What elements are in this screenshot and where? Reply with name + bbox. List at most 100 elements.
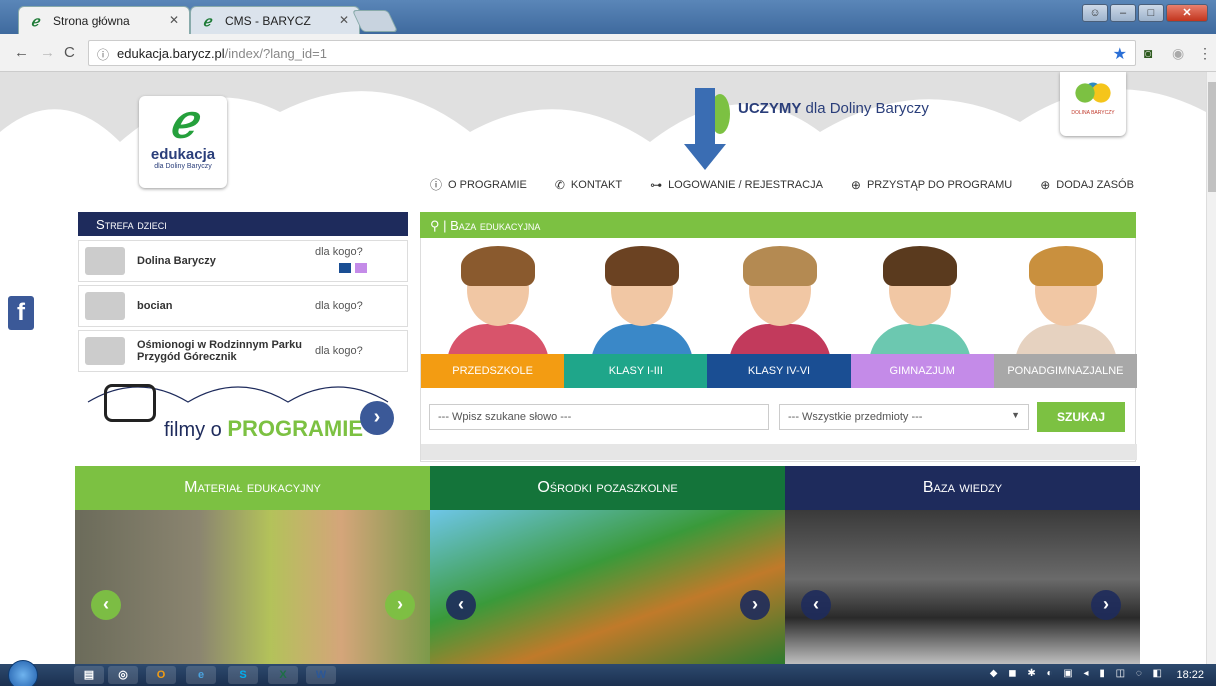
user-icon[interactable]: ☺	[1082, 4, 1108, 22]
nav-przystap-do-programu[interactable]: ⊕ PRZYSTĄP DO PROGRAMU	[851, 176, 1012, 193]
windows-taskbar: ▤ ◎ O e S X W ◆ ◼ ✱ ◐ ▣ ◂ ▮ ◫ ◌ ◧ 18:22	[0, 660, 1216, 686]
scrollbar-thumb[interactable]	[1208, 82, 1216, 192]
window-controls: ☺ – □ ✕	[1082, 4, 1208, 22]
filmy-o-programie-banner[interactable]: filmy o PROGRAMIE ›	[78, 372, 408, 450]
forward-arrow-icon[interactable]: →	[40, 44, 55, 61]
map-thumbnail	[85, 247, 125, 275]
kid-photo-klasy-1-3[interactable]	[587, 246, 697, 364]
chevron-left-icon[interactable]: ‹	[801, 590, 831, 620]
nav-label: KONTAKT	[570, 178, 623, 191]
chevron-right-icon[interactable]: ›	[740, 590, 770, 620]
level-ponadgimnazjalne[interactable]: PONADGIMNAZJALNE	[993, 354, 1138, 388]
back-arrow-icon[interactable]: ←	[14, 44, 29, 61]
clock[interactable]: 18:22	[1176, 669, 1204, 681]
nav-dodaj-zasob[interactable]: ⊕ DODAJ ZASÓB	[1040, 176, 1134, 193]
strefa-item-label: Ośmionogi w Rodzinnym Parku Przygód Góre…	[137, 339, 303, 363]
system-tray[interactable]: ◆ ◼ ✱ ◐ ▣ ◂ ▮ ◫ ◌ ◧	[990, 668, 1166, 679]
chevron-right-icon[interactable]: ›	[1091, 590, 1121, 620]
explorer-icon[interactable]: ▤	[74, 666, 104, 684]
level-przedszkole[interactable]: PRZEDSZKOLE	[421, 354, 565, 388]
extension-gray-icon[interactable]: ◉	[1172, 45, 1184, 62]
panel-footer	[421, 444, 1137, 460]
address-bar[interactable]: ⓘ edukacja.barycz.pl/index/?lang_id=1 ★	[88, 40, 1136, 66]
facebook-icon[interactable]: f	[8, 296, 34, 330]
chrome-icon[interactable]: ◎	[108, 666, 138, 684]
nav-label: PRZYSTĄP DO PROGRAMU	[866, 178, 1013, 191]
menu-dots-icon[interactable]: ⋮	[1198, 45, 1212, 62]
filmy-prefix: filmy o	[164, 419, 222, 441]
word-icon[interactable]: W	[306, 666, 336, 684]
panel-material-edukacyjny[interactable]: Materiał edukacyjny ‹ ›	[75, 466, 430, 664]
children-photo	[75, 510, 430, 664]
maximize-button[interactable]: □	[1138, 4, 1164, 22]
panel-osrodki-pozaszkolne[interactable]: Ośrodki pozaszkolne ‹ ›	[430, 466, 785, 664]
reload-icon[interactable]: C	[64, 44, 75, 61]
nav-label: DODAJ ZASÓB	[1056, 178, 1134, 191]
tab-title: Strona główna	[53, 14, 130, 28]
key-icon: ⊶	[650, 177, 663, 192]
tab-strona-glowna[interactable]: ℯ Strona główna ✕	[18, 6, 190, 34]
kid-hair	[743, 246, 817, 286]
chevron-left-icon[interactable]: ‹	[446, 590, 476, 620]
level-klasy-1-3[interactable]: KLASY I-III	[564, 354, 708, 388]
top-navigation: ⓘ O PROGRAMIE ✆ KONTAKT ⊶ LOGOWANIE / RE…	[430, 176, 1134, 193]
nav-o-programie[interactable]: ⓘ O PROGRAMIE	[430, 176, 527, 193]
dla-kogo-label[interactable]: dla kogo?	[315, 345, 363, 357]
nav-label: LOGOWANIE / REJESTRACJA	[668, 178, 823, 191]
kid-hair	[605, 246, 679, 286]
chevron-right-icon[interactable]: ›	[360, 401, 394, 435]
extension-icon[interactable]: ◙	[1144, 45, 1152, 61]
baza-edukacyjna-title: ⚲ | Baza edukacyjna	[420, 212, 1136, 238]
search-input[interactable]: --- Wpisz szukane słowo ---	[429, 404, 769, 430]
strefa-dzieci-title: Strefa dzieci	[78, 212, 408, 236]
tab-cms-barycz[interactable]: ℯ CMS - BARYCZ ✕	[190, 6, 360, 34]
strefa-item-bocian[interactable]: bocian dla kogo?	[78, 285, 408, 327]
nav-kontakt[interactable]: ✆ KONTAKT	[555, 176, 622, 193]
close-icon[interactable]: ✕	[339, 13, 349, 27]
dla-kogo-label[interactable]: dla kogo?	[315, 246, 363, 258]
start-button[interactable]	[8, 660, 38, 686]
strefa-item-label: Dolina Baryczy	[137, 255, 216, 267]
level-klasy-4-6[interactable]: KLASY IV-VI	[707, 354, 851, 388]
strefa-item-dolina-baryczy[interactable]: Dolina Baryczy dla kogo?	[78, 240, 408, 282]
kid-hair	[461, 246, 535, 286]
phone-icon: ✆	[554, 177, 565, 192]
outlook-icon[interactable]: O	[146, 666, 176, 684]
level-gimnazjum[interactable]: GIMNAZJUM	[850, 354, 994, 388]
chevron-right-icon[interactable]: ›	[385, 590, 415, 620]
tagline-rest: dla Doliny Baryczy	[805, 100, 929, 117]
chevron-left-icon[interactable]: ‹	[91, 590, 121, 620]
excel-icon[interactable]: X	[268, 666, 298, 684]
plus-circle-icon: ⊕	[1040, 177, 1051, 192]
filmy-text: filmy o PROGRAMIE	[164, 416, 363, 442]
level-tabs: PRZEDSZKOLE KLASY I-III KLASY IV-VI GIMN…	[421, 354, 1138, 388]
partner-logo[interactable]: DOLINA BARYCZY	[1060, 72, 1126, 136]
edukacja-e-icon: ℯ	[203, 13, 212, 29]
skype-icon[interactable]: S	[228, 666, 258, 684]
panel-baza-wiedzy[interactable]: Baza wiedzy ‹ ›	[785, 466, 1140, 664]
level-indicator	[355, 263, 367, 273]
panel-title: Materiał edukacyjny	[75, 466, 430, 510]
close-window-button[interactable]: ✕	[1166, 4, 1208, 22]
dla-kogo-label[interactable]: dla kogo?	[315, 300, 363, 312]
nav-logowanie-rejestracja[interactable]: ⊶ LOGOWANIE / REJESTRACJA	[650, 176, 823, 193]
kid-photo-przedszkole[interactable]	[443, 246, 553, 364]
site-logo[interactable]: ℯ edukacja dla Doliny Baryczy	[139, 96, 227, 188]
minimize-button[interactable]: –	[1110, 4, 1136, 22]
baza-edukacyjna-panel: PRZEDSZKOLE KLASY I-III KLASY IV-VI GIMN…	[420, 238, 1138, 462]
strefa-item-osmionogi[interactable]: Ośmionogi w Rodzinnym Parku Przygód Góre…	[78, 330, 408, 372]
browser-toolbar: ← → C ⓘ edukacja.barycz.pl/index/?lang_i…	[0, 34, 1216, 72]
vertical-scrollbar[interactable]	[1206, 72, 1216, 664]
search-button[interactable]: SZUKAJ	[1037, 402, 1125, 432]
tab-title: CMS - BARYCZ	[225, 14, 311, 28]
panel-title: Baza wiedzy	[785, 466, 1140, 510]
edukacja-e-icon: ℯ	[169, 95, 197, 147]
close-icon[interactable]: ✕	[169, 13, 179, 27]
puzzle-thumbnail	[85, 292, 125, 320]
internet-explorer-icon[interactable]: e	[186, 666, 216, 684]
kid-photo-ponadgimnazjalne[interactable]	[1011, 246, 1121, 364]
kid-photo-gimnazjum[interactable]	[865, 246, 975, 364]
kid-photo-klasy-4-6[interactable]	[725, 246, 835, 364]
bookmark-star-icon[interactable]: ★	[1113, 44, 1127, 64]
subject-select[interactable]: --- Wszystkie przedmioty --- ▼	[779, 404, 1029, 430]
